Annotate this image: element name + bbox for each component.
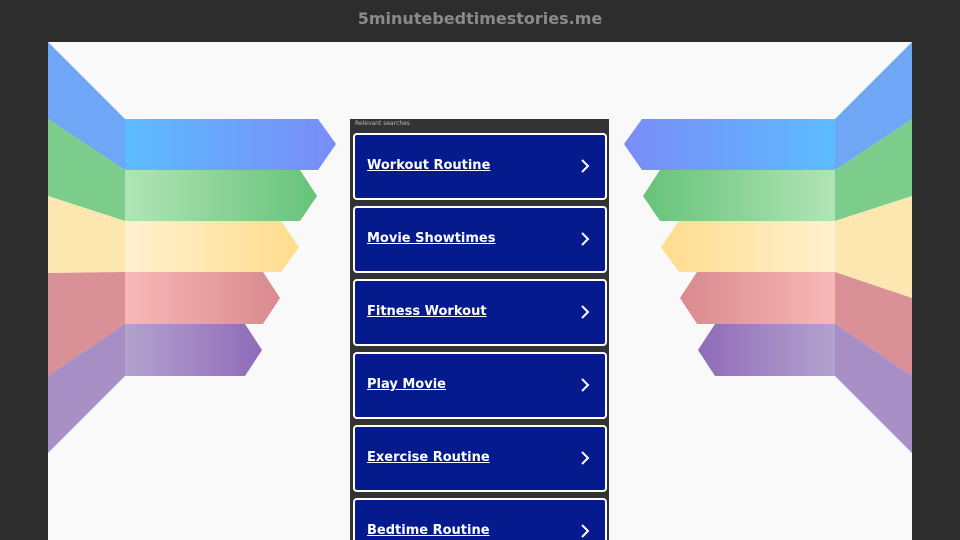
relevant-searches-panel: Relevant searches Workout Routine Movie … (350, 119, 609, 540)
search-link-label[interactable]: Movie Showtimes (367, 230, 495, 248)
search-link-label[interactable]: Exercise Routine (367, 449, 490, 467)
search-link-movie-showtimes[interactable]: Movie Showtimes (353, 206, 607, 273)
chevron-right-icon (581, 451, 590, 465)
search-link-label[interactable]: Bedtime Routine (367, 522, 490, 540)
parking-page-content: Relevant searches Workout Routine Movie … (48, 42, 912, 540)
domain-title: 5minutebedtimestories.me (357, 9, 603, 28)
search-link-fitness-workout[interactable]: Fitness Workout (353, 279, 607, 346)
chevron-right-icon (581, 159, 590, 173)
relevant-searches-heading: Relevant searches (355, 120, 410, 127)
search-link-bedtime-routine[interactable]: Bedtime Routine (353, 498, 607, 540)
chevron-right-icon (581, 305, 590, 319)
chevron-right-icon (581, 378, 590, 392)
search-link-play-movie[interactable]: Play Movie (353, 352, 607, 419)
chevron-right-icon (581, 232, 590, 246)
search-link-label[interactable]: Play Movie (367, 376, 446, 394)
search-link-exercise-routine[interactable]: Exercise Routine (353, 425, 607, 492)
chevron-right-icon (581, 524, 590, 538)
search-link-label[interactable]: Workout Routine (367, 157, 490, 175)
search-link-workout-routine[interactable]: Workout Routine (353, 133, 607, 200)
search-link-label[interactable]: Fitness Workout (367, 303, 487, 321)
